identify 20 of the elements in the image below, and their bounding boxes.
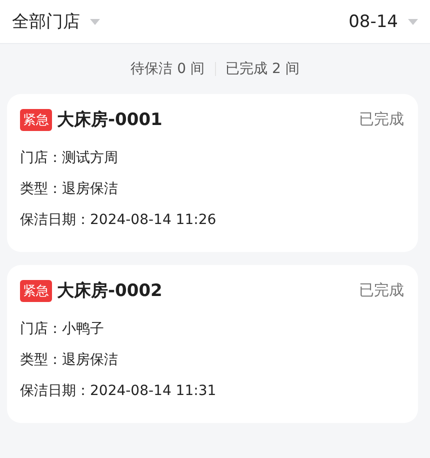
detail-text: 类型：退房保洁 bbox=[20, 351, 119, 370]
summary-count: 已完成 2 间 bbox=[226, 60, 300, 78]
summary-count: 待保洁 0 间 bbox=[130, 60, 204, 78]
detail-text: 门店：小鸭子 bbox=[20, 320, 105, 339]
detail-text: 类型：退房保洁 bbox=[20, 180, 119, 199]
caret-icon bbox=[90, 18, 100, 24]
room-card[interactable]: 紧急 大床房-0002 已完成 门店：小鸭子 类型：退房保洁 保洁日期：2024-08-14 11:31 bbox=[7, 265, 418, 423]
detail-text: 门店：测试方周 bbox=[20, 149, 119, 168]
room-card[interactable]: 紧急 大床房-0001 已完成 门店：测试方周 类型：退房保洁 保洁日期：2024-08-14 11:26 bbox=[7, 94, 418, 252]
status-label: 已完成 bbox=[359, 110, 404, 129]
filter-dropdown[interactable]: 08-14 bbox=[348, 12, 418, 32]
detail-text: 保洁日期：2024-08-14 11:31 bbox=[20, 382, 218, 401]
status-label: 已完成 bbox=[359, 281, 404, 300]
room-name: 大床房-0002 bbox=[57, 280, 164, 302]
caret-icon bbox=[408, 18, 418, 24]
urgent-tag: 紧急 bbox=[20, 108, 52, 130]
filter-dropdown[interactable]: 全部门店 bbox=[12, 10, 100, 33]
room-name: 大床房-0001 bbox=[57, 109, 164, 131]
urgent-tag: 紧急 bbox=[20, 280, 52, 302]
detail-text: 保洁日期：2024-08-14 11:26 bbox=[20, 211, 218, 230]
